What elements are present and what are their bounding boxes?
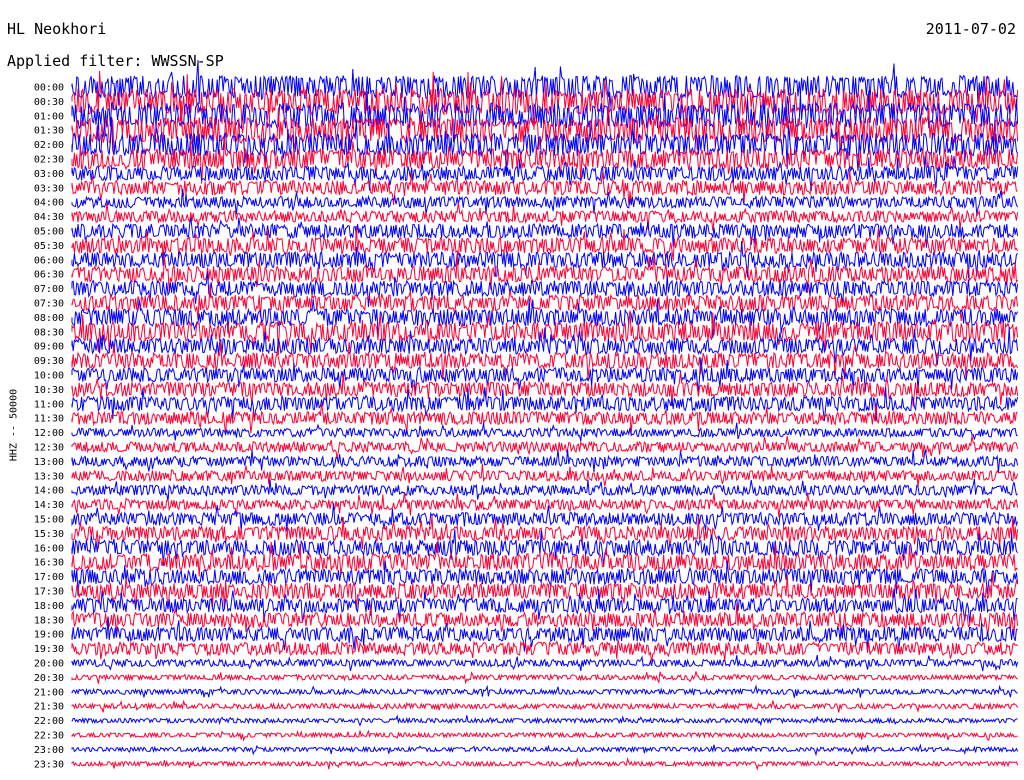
row-label: 23:30: [34, 759, 64, 770]
row-label: 01:30: [34, 126, 64, 137]
row-label: 11:00: [34, 399, 64, 410]
seismogram-plot: 00:00 00:30 01:00 01:30 02:00 02:30 03:00 03:30…: [34, 59, 1019, 771]
trace-line: [71, 254, 1019, 293]
row-label: 07:00: [34, 284, 64, 295]
row-label: 21:00: [34, 687, 64, 698]
row-label: 15:00: [34, 515, 64, 526]
row-label: 13:00: [34, 457, 64, 468]
row-label: 17:00: [34, 572, 64, 583]
row-label: 02:00: [34, 140, 64, 151]
row-label: 14:30: [34, 500, 64, 511]
trace-line: [71, 756, 1019, 771]
row-label: 08:30: [34, 327, 64, 338]
row-label: 07:30: [34, 299, 64, 310]
row-label: 10:30: [34, 385, 64, 396]
row-label: 05:30: [34, 241, 64, 252]
row-label: 10:00: [34, 371, 64, 382]
trace-line: [71, 714, 1018, 727]
row-label: 04:00: [34, 198, 64, 209]
row-label: 00:30: [34, 97, 64, 108]
row-label: 21:30: [34, 702, 64, 713]
trace-line: [71, 492, 1019, 518]
row-label: 12:30: [34, 443, 64, 454]
row-label: 20:00: [34, 659, 64, 670]
trace-line: [71, 478, 1018, 502]
row-label: 02:30: [34, 155, 64, 166]
row-label: 06:30: [34, 270, 64, 281]
row-label: 19:30: [34, 644, 64, 655]
trace-line: [71, 699, 1019, 714]
row-label: 16:30: [34, 558, 64, 569]
row-label: 04:30: [34, 212, 64, 223]
row-label: 01:00: [34, 111, 64, 122]
trace-line: [71, 684, 1018, 698]
trace-line: [71, 422, 1018, 442]
row-label: 13:30: [34, 471, 64, 482]
trace-line: [71, 449, 1019, 473]
trace-line: [71, 743, 1019, 757]
row-label: 09:00: [34, 342, 64, 353]
row-label: 00:00: [34, 83, 64, 94]
row-label: 05:00: [34, 227, 64, 238]
trace-line: [71, 671, 1018, 685]
row-label: 15:30: [34, 529, 64, 540]
row-label: 03:30: [34, 183, 64, 194]
row-label: 17:30: [34, 587, 64, 598]
row-label: 20:30: [34, 673, 64, 684]
trace-line: [71, 463, 1019, 488]
trace-line: [71, 202, 1019, 231]
trace-line: [71, 729, 1018, 742]
row-label: 19:00: [34, 630, 64, 641]
trace-line: [71, 435, 1019, 460]
row-label: 11:30: [34, 414, 64, 425]
row-label: 08:00: [34, 313, 64, 324]
trace-line: [71, 637, 1018, 662]
trace-line: [71, 654, 1019, 672]
row-label: 22:30: [34, 731, 64, 742]
row-label: 18:30: [34, 615, 64, 626]
trace-line: [71, 189, 1019, 217]
row-label: 16:00: [34, 543, 64, 554]
row-label: 03:00: [34, 169, 64, 180]
row-label: 22:00: [34, 716, 64, 727]
row-label: 12:00: [34, 428, 64, 439]
row-label: 06:00: [34, 255, 64, 266]
row-label: 18:00: [34, 601, 64, 612]
row-label: 09:30: [34, 356, 64, 367]
row-label: 23:00: [34, 745, 64, 756]
row-label: 14:00: [34, 486, 64, 497]
